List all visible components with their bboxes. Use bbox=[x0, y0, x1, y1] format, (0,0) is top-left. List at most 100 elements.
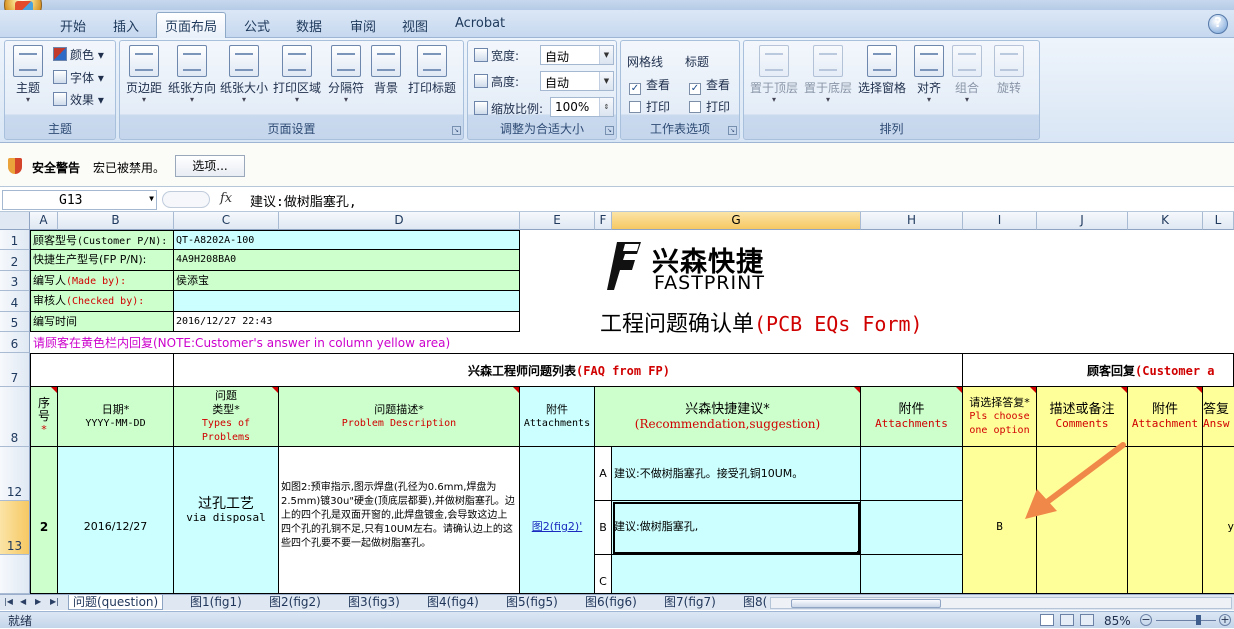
next-sheet-icon[interactable]: ▶ bbox=[35, 597, 41, 606]
column-header-a[interactable]: A bbox=[30, 212, 58, 230]
formula-input[interactable]: 建议:做树脂塞孔, bbox=[250, 191, 357, 210]
gridlines-print-checkbox[interactable]: 打印 bbox=[629, 98, 670, 115]
headings-print-checkbox[interactable]: 打印 bbox=[689, 98, 730, 115]
options-button[interactable]: 选项... bbox=[175, 155, 245, 177]
width-select[interactable]: 自动 ▼ bbox=[540, 45, 614, 65]
column-header-k[interactable]: K bbox=[1128, 212, 1203, 230]
column-header-f[interactable]: F bbox=[595, 212, 612, 230]
page-setup-launcher-icon[interactable]: ↘ bbox=[452, 126, 461, 135]
row-header-2[interactable]: 2 bbox=[0, 250, 30, 271]
print-titles-button[interactable]: 打印标题 bbox=[406, 45, 458, 96]
scrollbar-thumb[interactable] bbox=[791, 599, 941, 608]
item-description[interactable]: 如图2:预审指示,图示焊盘(孔径为0.6mm,焊盘为2.5mm)镀30u"硬金(… bbox=[279, 447, 520, 594]
cell-checked-by[interactable] bbox=[174, 291, 520, 312]
row-header-14[interactable] bbox=[0, 555, 30, 594]
zoom-slider-thumb[interactable] bbox=[1196, 615, 1201, 625]
option-b-text-selected[interactable]: 建议:做树脂塞孔, bbox=[612, 501, 861, 555]
row-header-5[interactable]: 5 bbox=[0, 312, 30, 332]
name-box[interactable]: G13 ▼ bbox=[2, 190, 157, 210]
option-c-text[interactable] bbox=[612, 555, 861, 594]
cell-date-written[interactable]: 2016/12/27 22:43 bbox=[174, 312, 520, 332]
tab-view[interactable]: 视图 bbox=[402, 16, 428, 35]
formula-controls[interactable] bbox=[162, 191, 210, 208]
select-all-corner[interactable] bbox=[0, 212, 30, 230]
column-header-i[interactable]: I bbox=[963, 212, 1037, 230]
item-seq[interactable]: 2 bbox=[30, 447, 58, 594]
scale-launcher-icon[interactable]: ↘ bbox=[605, 126, 614, 135]
group-button[interactable]: 组合 ▾ bbox=[950, 45, 984, 104]
sheet-options-launcher-icon[interactable]: ↘ bbox=[728, 126, 737, 135]
row-header-4[interactable]: 4 bbox=[0, 291, 30, 312]
sheet-tab-fig2[interactable]: 图2(fig2) bbox=[269, 595, 321, 610]
cell-made-by[interactable]: 侯添宝 bbox=[174, 271, 520, 291]
themes-button[interactable]: 主题 ▾ bbox=[11, 45, 45, 104]
selection-pane-button[interactable]: 选择窗格 bbox=[856, 45, 908, 96]
sheet-tab-question[interactable]: 问题(question) bbox=[68, 595, 164, 610]
tab-home[interactable]: 开始 bbox=[60, 16, 86, 35]
column-header-g[interactable]: G bbox=[612, 212, 861, 230]
zoom-level[interactable]: 85% bbox=[1104, 613, 1131, 629]
row-header-6[interactable]: 6 bbox=[0, 332, 30, 353]
row-header-13[interactable]: 13 bbox=[0, 501, 30, 555]
help-icon[interactable]: ? bbox=[1208, 14, 1228, 34]
row-header-8[interactable]: 8 bbox=[0, 387, 30, 447]
zoom-slider[interactable] bbox=[1156, 620, 1216, 621]
function-icon[interactable]: fx bbox=[220, 191, 232, 206]
worksheet[interactable]: A B C D E F G H I J K L 1 2 3 4 5 6 7 8 … bbox=[0, 212, 1234, 594]
orientation-button[interactable]: 纸张方向 ▾ bbox=[168, 45, 216, 104]
theme-colors-button[interactable]: 颜色 ▾ bbox=[53, 46, 104, 63]
scale-spinner[interactable]: 100% ⇕ bbox=[550, 97, 614, 117]
margins-button[interactable]: 页边距 ▾ bbox=[124, 45, 164, 104]
first-sheet-icon[interactable]: |◀ bbox=[4, 597, 13, 606]
item-attachment[interactable]: 图2(fig2)' bbox=[520, 447, 595, 594]
option-a-text[interactable]: 建议:不做树脂塞孔。接受孔铜10UM。 bbox=[612, 447, 861, 501]
attachment-answer-cell[interactable] bbox=[1128, 447, 1203, 594]
tab-page-layout[interactable]: 页面布局 bbox=[156, 12, 227, 39]
item-date[interactable]: 2016/12/27 bbox=[58, 447, 174, 594]
answer-cell[interactable]: y bbox=[1203, 447, 1234, 594]
normal-view-icon[interactable] bbox=[1040, 614, 1054, 626]
sheet-tab-fig5[interactable]: 图5(fig5) bbox=[506, 595, 558, 610]
column-header-h[interactable]: H bbox=[861, 212, 963, 230]
align-button[interactable]: 对齐 ▾ bbox=[912, 45, 946, 104]
page-layout-view-icon[interactable] bbox=[1060, 614, 1074, 626]
horizontal-scrollbar[interactable] bbox=[770, 597, 1232, 609]
zoom-out-icon[interactable]: − bbox=[1140, 614, 1152, 626]
option-a-attachment[interactable] bbox=[861, 447, 963, 501]
theme-fonts-button[interactable]: 字体 ▾ bbox=[53, 69, 104, 86]
theme-effects-button[interactable]: 效果 ▾ bbox=[53, 91, 104, 108]
last-sheet-icon[interactable]: ▶| bbox=[50, 597, 59, 606]
gridlines-view-checkbox[interactable]: ✓ 查看 bbox=[629, 76, 670, 95]
column-header-c[interactable]: C bbox=[174, 212, 279, 230]
option-b-attachment[interactable] bbox=[861, 501, 963, 555]
column-header-j[interactable]: J bbox=[1037, 212, 1128, 230]
tab-acrobat[interactable]: Acrobat bbox=[455, 16, 505, 31]
column-header-l[interactable]: L bbox=[1203, 212, 1234, 230]
row-header-12[interactable]: 12 bbox=[0, 447, 30, 501]
breaks-button[interactable]: 分隔符 ▾ bbox=[326, 45, 366, 104]
page-break-view-icon[interactable] bbox=[1080, 614, 1094, 626]
tab-data[interactable]: 数据 bbox=[296, 16, 322, 35]
send-to-back-button[interactable]: 置于底层 ▾ bbox=[802, 45, 854, 104]
column-header-e[interactable]: E bbox=[520, 212, 595, 230]
sheet-tab-fig6[interactable]: 图6(fig6) bbox=[585, 595, 637, 610]
tab-formulas[interactable]: 公式 bbox=[244, 16, 270, 35]
print-area-button[interactable]: 打印区域 ▾ bbox=[272, 45, 322, 104]
background-button[interactable]: 背景 bbox=[370, 45, 402, 96]
zoom-in-icon[interactable]: + bbox=[1219, 614, 1231, 626]
column-header-b[interactable]: B bbox=[58, 212, 174, 230]
sheet-tab-fig8[interactable]: 图8( bbox=[743, 595, 767, 610]
item-type[interactable]: 过孔工艺 via disposal bbox=[174, 447, 279, 594]
rotate-button[interactable]: 旋转 bbox=[992, 45, 1026, 96]
column-header-d[interactable]: D bbox=[279, 212, 520, 230]
sheet-tab-fig3[interactable]: 图3(fig3) bbox=[348, 595, 400, 610]
sheet-tab-fig4[interactable]: 图4(fig4) bbox=[427, 595, 479, 610]
option-c-attachment[interactable] bbox=[861, 555, 963, 594]
prev-sheet-icon[interactable]: ◀ bbox=[20, 597, 26, 606]
cell-fp-pn[interactable]: 4A9H208BA0 bbox=[174, 250, 520, 271]
cell-customer-pn[interactable]: QT-A8202A-100 bbox=[174, 230, 520, 250]
sheet-tab-fig7[interactable]: 图7(fig7) bbox=[664, 595, 716, 610]
tab-review[interactable]: 审阅 bbox=[350, 16, 376, 35]
row-header-7[interactable]: 7 bbox=[0, 353, 30, 387]
tab-insert[interactable]: 插入 bbox=[113, 16, 139, 35]
